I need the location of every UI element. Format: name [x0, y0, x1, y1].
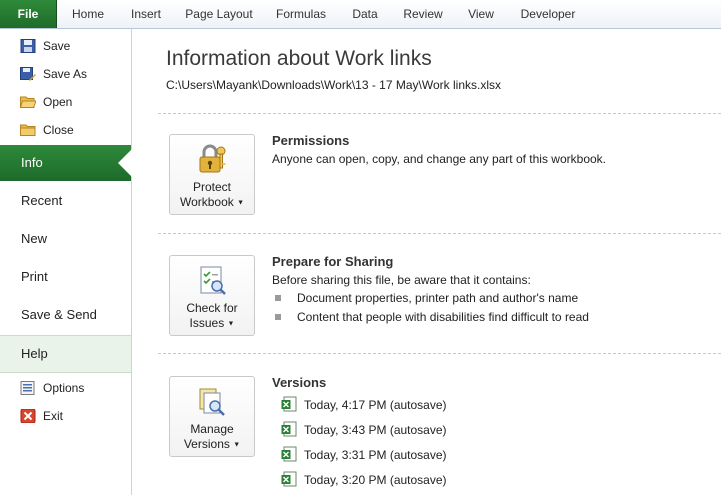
- options-command[interactable]: Options: [0, 374, 131, 402]
- ribbon-tab-bar: File Home Insert Page Layout Formulas Da…: [0, 0, 721, 29]
- close-command[interactable]: Close: [0, 116, 131, 144]
- manage-versions-button[interactable]: Manage Versions ▼: [169, 376, 255, 457]
- tab-home[interactable]: Home: [62, 0, 114, 28]
- nav-tab-save-send[interactable]: Save & Send: [0, 297, 131, 333]
- nav-tab-help-label: Help: [21, 346, 48, 361]
- file-path: C:\Users\Mayank\Downloads\Work\13 - 17 M…: [166, 78, 501, 92]
- nav-tab-info-label: Info: [21, 155, 43, 170]
- open-command[interactable]: Open: [0, 88, 131, 116]
- nav-tab-new-label: New: [21, 231, 48, 246]
- nav-tab-help[interactable]: Help: [0, 335, 131, 373]
- excel-file-icon: [281, 396, 297, 412]
- info-panel: Information about Work links C:\Users\Ma…: [132, 29, 721, 495]
- tab-developer[interactable]: Developer: [512, 0, 584, 28]
- tab-view[interactable]: View: [459, 0, 503, 28]
- exit-command[interactable]: Exit: [0, 402, 131, 430]
- close-folder-icon: [20, 124, 36, 136]
- nav-tab-info[interactable]: Info: [0, 145, 132, 181]
- manage-versions-label-1: Manage: [190, 422, 234, 436]
- page-title: Information about Work links: [166, 47, 432, 70]
- versions-title: Versions: [272, 375, 327, 390]
- chevron-down-icon: ▼: [237, 199, 245, 207]
- nav-tab-recent[interactable]: Recent: [0, 183, 131, 219]
- checklist-icon: [200, 266, 226, 295]
- version-link[interactable]: Today, 3:43 PM (autosave): [304, 423, 447, 437]
- permissions-title: Permissions: [272, 133, 350, 148]
- lock-key-icon: [199, 144, 226, 173]
- chevron-down-icon: ▼: [233, 441, 241, 449]
- save-as-label: Save As: [43, 67, 88, 81]
- exit-label: Exit: [43, 409, 64, 423]
- save-as-icon: [20, 67, 36, 81]
- section-divider: [158, 353, 721, 354]
- versions-icon: [199, 388, 225, 416]
- nav-tab-new[interactable]: New: [0, 221, 131, 257]
- protect-workbook-label-2: Workbook ▼: [179, 195, 245, 209]
- section-divider: [158, 113, 721, 114]
- excel-file-icon: [281, 421, 297, 437]
- prepare-sharing-title: Prepare for Sharing: [272, 254, 394, 269]
- tab-review[interactable]: Review: [396, 0, 450, 28]
- excel-file-icon: [281, 471, 297, 487]
- options-icon: [20, 381, 35, 395]
- nav-tab-print[interactable]: Print: [0, 259, 131, 295]
- version-link[interactable]: Today, 4:17 PM (autosave): [304, 398, 447, 412]
- permissions-text: Anyone can open, copy, and change any pa…: [272, 152, 606, 166]
- bullet-icon: [275, 295, 281, 301]
- save-label: Save: [43, 39, 71, 53]
- bullet-icon: [275, 314, 281, 320]
- tab-file[interactable]: File: [0, 0, 57, 28]
- nav-tab-recent-label: Recent: [21, 193, 63, 208]
- close-label: Close: [43, 123, 74, 137]
- chevron-down-icon: ▼: [227, 320, 235, 328]
- protect-workbook-button[interactable]: Protect Workbook ▼: [169, 134, 255, 215]
- tab-page-layout[interactable]: Page Layout: [178, 0, 260, 28]
- tab-insert[interactable]: Insert: [120, 0, 172, 28]
- save-command[interactable]: Save: [0, 32, 131, 60]
- tab-data[interactable]: Data: [343, 0, 387, 28]
- exit-icon: [20, 409, 36, 423]
- options-label: Options: [43, 381, 85, 395]
- open-folder-icon: [20, 96, 36, 108]
- tab-formulas[interactable]: Formulas: [268, 0, 334, 28]
- manage-versions-label-2: Versions ▼: [183, 437, 241, 451]
- backstage-nav: Save Save As Open Close Info Recent New …: [0, 29, 132, 495]
- save-as-command[interactable]: Save As: [0, 60, 131, 88]
- protect-workbook-label-1: Protect: [192, 180, 231, 194]
- version-link[interactable]: Today, 3:20 PM (autosave): [304, 473, 447, 487]
- prepare-bullet-item: Document properties, printer path and au…: [297, 291, 579, 305]
- section-divider: [158, 233, 721, 234]
- save-icon: [20, 39, 36, 53]
- nav-tab-save-send-label: Save & Send: [21, 307, 97, 322]
- version-link[interactable]: Today, 3:31 PM (autosave): [304, 448, 447, 462]
- check-for-issues-label-2: Issues ▼: [189, 316, 235, 330]
- excel-file-icon: [281, 446, 297, 462]
- prepare-sharing-text: Before sharing this file, be aware that …: [272, 273, 531, 287]
- check-for-issues-label-1: Check for: [186, 301, 238, 315]
- nav-tab-print-label: Print: [21, 269, 48, 284]
- open-label: Open: [43, 95, 73, 109]
- prepare-bullet-item: Content that people with disabilities fi…: [297, 310, 589, 324]
- check-for-issues-button[interactable]: Check for Issues ▼: [169, 255, 255, 336]
